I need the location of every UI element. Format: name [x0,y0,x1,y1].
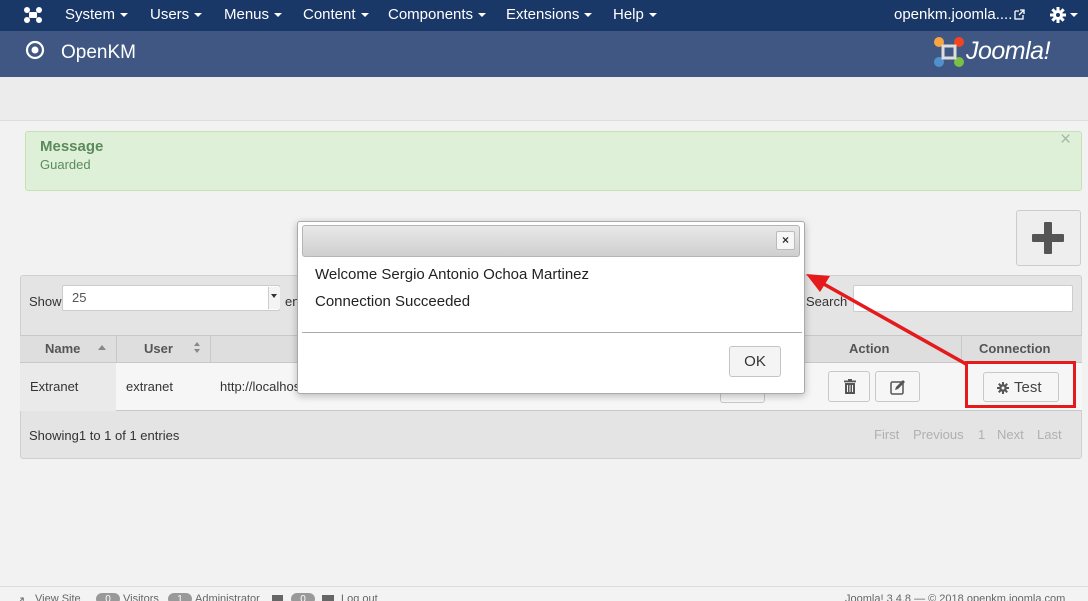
gear-icon [1050,7,1078,23]
table-info: Showing1 to 1 of 1 entries [29,428,180,443]
sort-asc-icon [98,345,106,350]
sort-both-icon [194,349,200,353]
show-label: Show [29,294,62,309]
page-title: OpenKM [61,42,136,63]
cell-name: Extranet [30,379,79,394]
chevron-down-icon [271,294,277,298]
delete-button[interactable] [828,371,870,402]
pagination-page[interactable]: 1 [978,427,985,442]
edit-icon [890,380,905,395]
plus-icon [1032,222,1064,254]
ok-button[interactable]: OK [729,346,781,377]
search-input[interactable] [853,285,1073,312]
joomla-icon[interactable] [22,5,44,25]
alert-text: Guarded [40,157,91,172]
col-user[interactable]: User [144,341,173,356]
dialog-status-text: Connection Succeeded [315,293,471,310]
alert-title: Message [40,138,104,155]
col-action: Action [849,341,890,356]
col-connection: Connection [979,341,1051,356]
pagination-last[interactable]: Last [1037,427,1062,442]
pagination-first[interactable]: First [874,427,899,442]
message-alert [25,131,1082,191]
dialog-titlebar[interactable] [302,225,800,257]
search-label: Search [806,294,848,309]
envelope-icon [272,595,283,601]
menu-components[interactable]: Components [388,0,487,31]
menu-system[interactable]: System [65,0,129,31]
page-header [0,31,1088,77]
cell-url: http://localhos [220,379,301,394]
pagination-next[interactable]: Next [997,427,1024,442]
logout-link[interactable]: Log out [341,593,378,601]
menu-extensions[interactable]: Extensions [506,0,593,31]
pagination-previous[interactable]: Previous [913,427,964,442]
column-divider [961,336,962,362]
page-length-value: 25 [72,290,87,305]
dialog-divider [302,332,802,333]
administrator-label: Administrator [195,593,260,601]
external-link-icon [1014,9,1025,20]
messages-badge: 0 [291,593,315,601]
cell-user: extranet [126,379,173,394]
select-arrow[interactable] [268,287,280,309]
alert-close-icon[interactable]: × [1060,130,1071,149]
dialog-welcome-text: Welcome Sergio Antonio Ochoa Martinez [315,266,590,283]
menu-menus[interactable]: Menus [224,0,283,31]
external-link-icon: ↗ [16,595,26,601]
column-divider [116,336,117,362]
visitors-badge: 0 [96,593,120,601]
col-name[interactable]: Name [45,341,80,356]
version-text: Joomla! 3.4.8 — © 2018 openkm.joomla.com [845,593,1066,601]
toolbar-area [0,77,1088,121]
settings-menu[interactable] [1050,5,1080,25]
close-icon[interactable]: × [776,231,795,250]
annotation-highlight-box [965,361,1076,408]
minus-icon [322,595,334,601]
view-site-link[interactable]: View Site [35,593,81,601]
joomla-logo-icon [934,37,964,67]
visitors-label: Visitors [123,593,159,601]
trash-icon [844,379,856,394]
edit-button[interactable] [875,371,920,402]
admin-badge: 1 [168,593,192,601]
menu-help[interactable]: Help [613,0,657,31]
site-link[interactable]: openkm.joomla.... [894,0,1012,31]
menu-content[interactable]: Content [303,0,369,31]
column-divider [210,336,211,362]
target-icon [25,40,45,60]
sort-both-icon [194,342,200,346]
joomla-logo-text: Joomla! [966,37,1051,65]
menu-users[interactable]: Users [150,0,203,31]
page-length-select[interactable] [62,285,280,311]
